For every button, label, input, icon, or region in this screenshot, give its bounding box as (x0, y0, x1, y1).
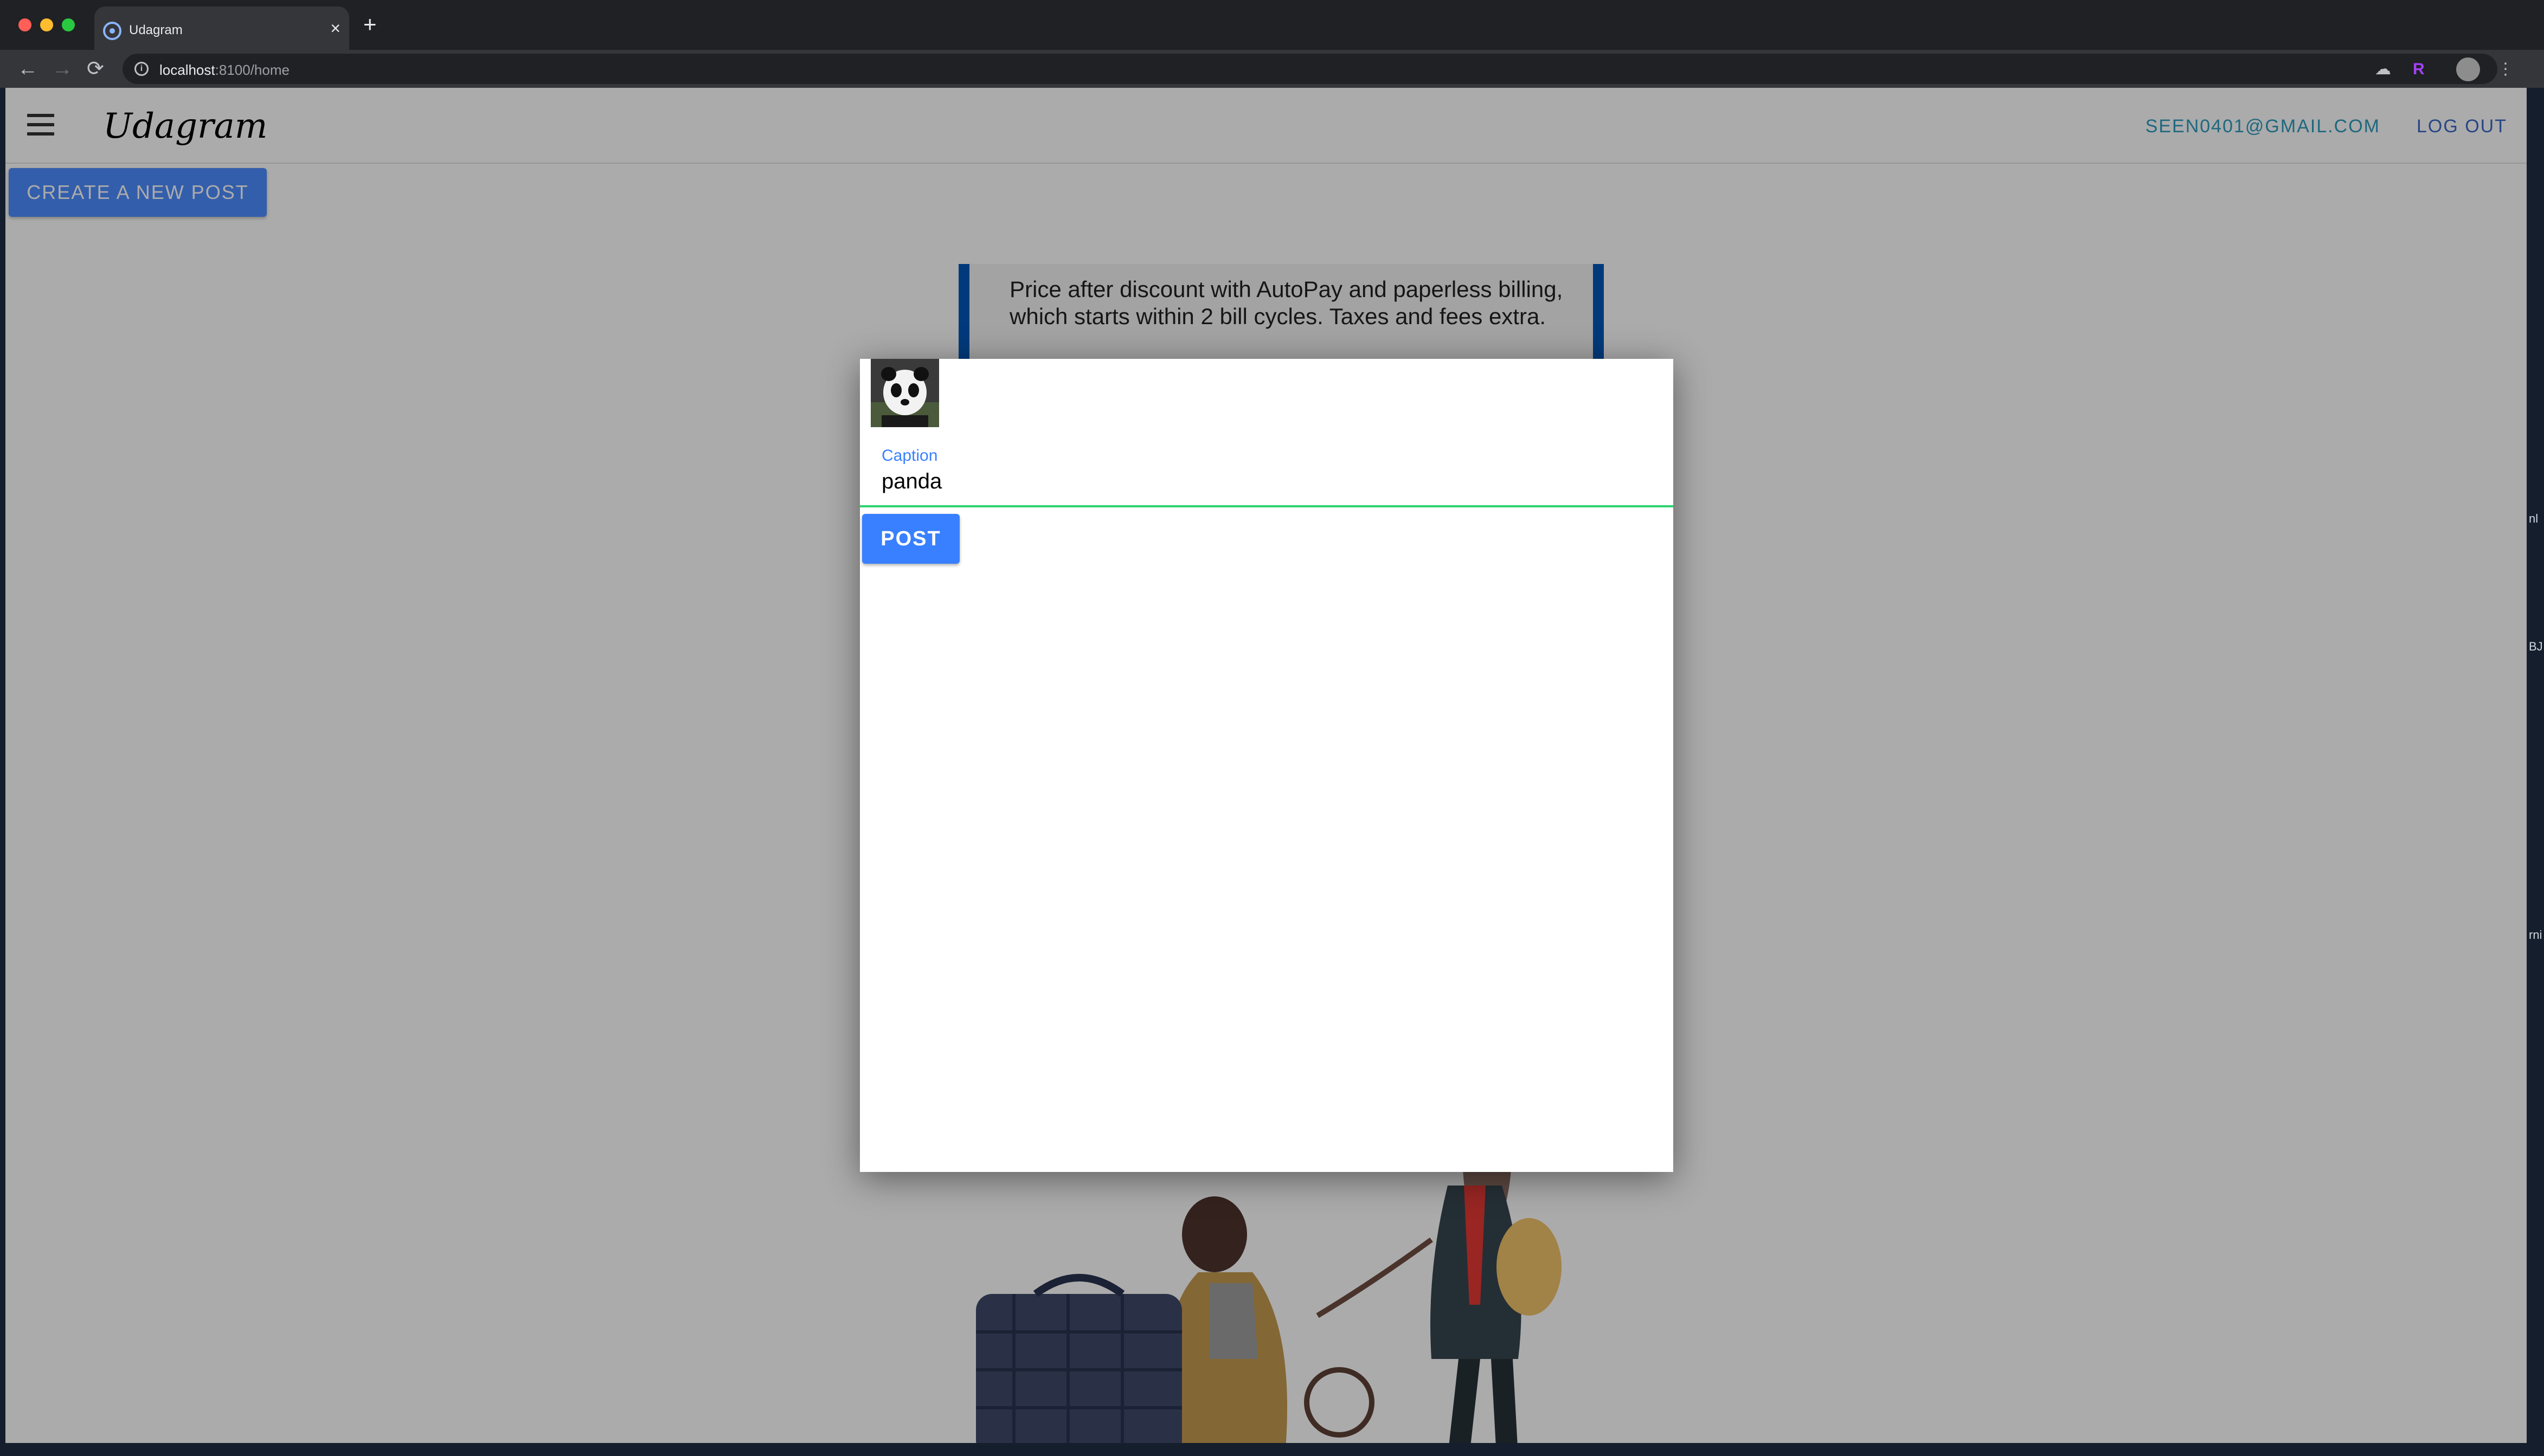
minimize-window-button[interactable] (40, 18, 53, 31)
post-image-preview (871, 359, 939, 427)
extension-r-icon[interactable]: R (2413, 59, 2425, 80)
caption-underline (860, 505, 1673, 507)
favicon-icon (103, 22, 121, 40)
browser-toolbar: ← → ⟳ i localhost:8100/home ☆ (0, 50, 2544, 88)
browser-tab[interactable]: Udagram × (94, 7, 349, 50)
close-tab-icon[interactable]: × (330, 20, 341, 37)
extension-cloud-icon[interactable]: ☁ (2375, 59, 2391, 80)
desktop-peek-text: BJ (2529, 640, 2543, 653)
maximize-window-button[interactable] (62, 18, 75, 31)
url-path: :8100/home (215, 62, 290, 78)
profile-avatar[interactable] (2456, 57, 2480, 81)
url-host: localhost (159, 62, 215, 78)
caption-input[interactable]: panda (882, 469, 942, 494)
new-tab-icon[interactable]: + (363, 13, 377, 36)
caption-label: Caption (882, 447, 938, 465)
back-icon[interactable]: ← (17, 54, 38, 83)
url-text[interactable]: localhost:8100/home (159, 62, 290, 79)
reload-icon[interactable]: ⟳ (87, 54, 104, 83)
address-bar[interactable]: i localhost:8100/home ☆ (123, 54, 2497, 84)
site-info-icon[interactable]: i (134, 62, 149, 76)
desktop-peek-text: rni (2529, 928, 2542, 942)
browser-menu-icon[interactable]: ⋮ (2497, 59, 2514, 80)
tab-strip: Udagram × + (0, 0, 2544, 50)
close-window-button[interactable] (18, 18, 31, 31)
tab-title: Udagram (129, 23, 183, 37)
app-page: Udagram SEEN0401@GMAIL.COM LOG OUT CREAT… (5, 88, 2527, 1443)
post-button[interactable]: POST (862, 514, 960, 564)
browser-window: Udagram × + ← → ⟳ i localhost:8100/home … (0, 0, 2544, 1456)
desktop-peek-text: nl (2529, 512, 2539, 525)
forward-icon[interactable]: → (52, 54, 73, 83)
new-post-modal: Caption panda POST (860, 359, 1673, 1172)
